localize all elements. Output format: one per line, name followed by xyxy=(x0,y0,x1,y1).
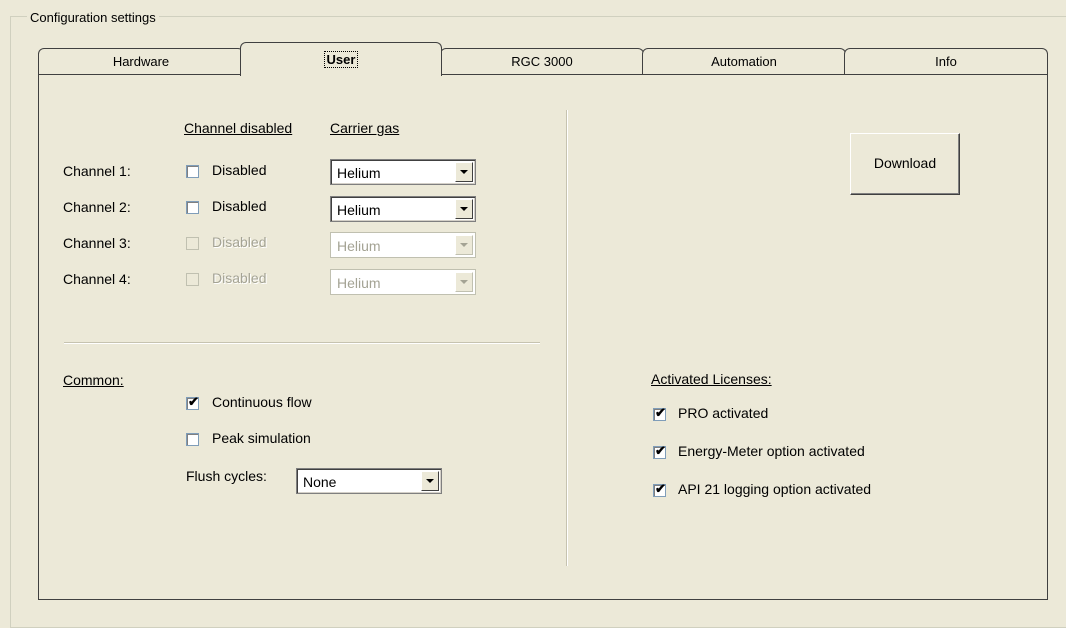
channel-1-disabled-label: Disabled xyxy=(212,162,267,178)
channel-3-disabled-label: Disabled xyxy=(212,234,267,250)
horizontal-divider xyxy=(64,342,540,344)
peak-simulation-label: Peak simulation xyxy=(212,430,311,446)
common-title: Common: xyxy=(63,372,124,388)
flush-cycles-label: Flush cycles: xyxy=(186,468,267,484)
continuous-flow-label: Continuous flow xyxy=(212,394,312,410)
checkmark-icon: ✔ xyxy=(188,394,199,409)
carrier-gas-header: Carrier gas xyxy=(330,120,400,136)
activated-licenses-title: Activated Licenses: xyxy=(651,371,772,387)
peak-simulation-checkbox[interactable] xyxy=(186,433,199,446)
license-energy-meter-checkbox[interactable]: ✔ xyxy=(653,443,666,459)
channel-3-dropdown-button xyxy=(455,235,473,255)
channel-2-dropdown-button[interactable] xyxy=(455,199,473,219)
checkmark-icon: ✔ xyxy=(655,405,666,420)
channel-4-carrier-gas-value: Helium xyxy=(337,275,381,291)
license-pro-checkbox[interactable]: ✔ xyxy=(653,405,666,421)
channel-4-disabled-label: Disabled xyxy=(212,270,267,286)
chevron-down-icon xyxy=(460,243,468,247)
license-energy-meter-label: Energy-Meter option activated xyxy=(678,443,865,459)
channel-2-label: Channel 2: xyxy=(63,199,131,215)
flush-cycles-select[interactable]: None xyxy=(296,468,442,494)
chevron-down-icon xyxy=(460,280,468,284)
channel-4-disabled-checkbox xyxy=(186,273,199,286)
flush-cycles-dropdown-button[interactable] xyxy=(421,471,439,491)
channel-1-carrier-gas-select[interactable]: Helium xyxy=(330,159,476,185)
chevron-down-icon xyxy=(460,207,468,211)
channel-4-carrier-gas-select: Helium xyxy=(330,269,476,295)
channel-3-disabled-checkbox xyxy=(186,237,199,250)
license-api21-checkbox[interactable]: ✔ xyxy=(653,481,666,497)
download-button[interactable]: Download xyxy=(850,133,960,195)
channel-1-label: Channel 1: xyxy=(63,163,131,179)
channel-disabled-header: Channel disabled xyxy=(184,120,293,136)
chevron-down-icon xyxy=(460,170,468,174)
channel-2-carrier-gas-select[interactable]: Helium xyxy=(330,196,476,222)
channel-3-label: Channel 3: xyxy=(63,235,131,251)
channel-3-carrier-gas-value: Helium xyxy=(337,238,381,254)
license-api21-label: API 21 logging option activated xyxy=(678,481,872,497)
vertical-divider xyxy=(566,110,568,566)
channel-2-carrier-gas-value: Helium xyxy=(337,202,381,218)
channel-1-carrier-gas-value: Helium xyxy=(337,165,381,181)
channel-2-disabled-checkbox[interactable] xyxy=(186,201,199,214)
channel-1-dropdown-button[interactable] xyxy=(455,162,473,182)
channel-4-dropdown-button xyxy=(455,272,473,292)
channel-2-disabled-label: Disabled xyxy=(212,198,267,214)
license-pro-label: PRO activated xyxy=(678,405,769,421)
channel-1-disabled-checkbox[interactable] xyxy=(186,165,199,178)
channel-3-carrier-gas-select: Helium xyxy=(330,232,476,258)
flush-cycles-value: None xyxy=(303,474,337,490)
channel-4-label: Channel 4: xyxy=(63,271,131,287)
checkmark-icon: ✔ xyxy=(655,443,666,458)
continuous-flow-checkbox[interactable]: ✔ xyxy=(186,394,199,410)
checkmark-icon: ✔ xyxy=(655,481,666,496)
chevron-down-icon xyxy=(426,479,434,483)
